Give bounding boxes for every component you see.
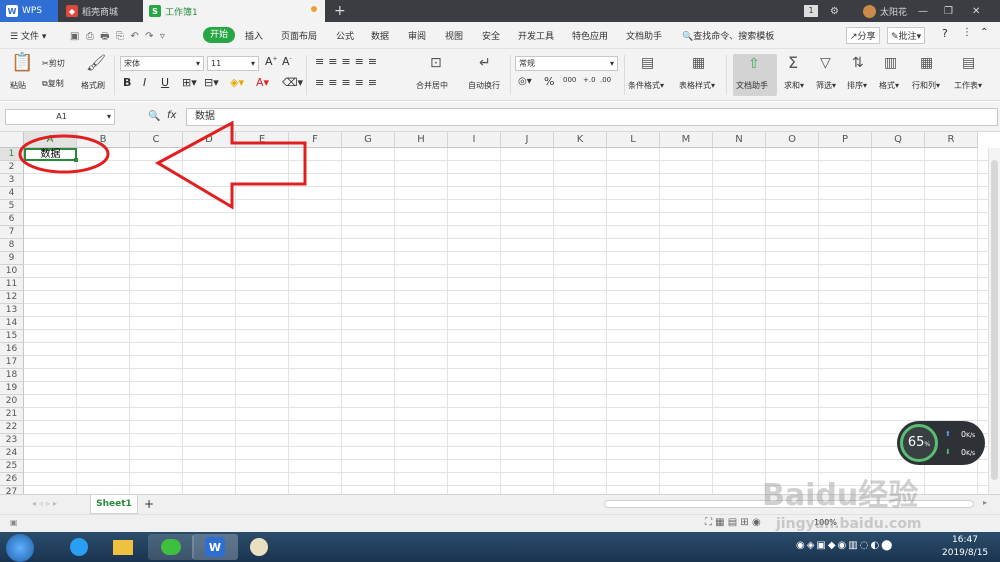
sheet-nav-icons[interactable]: ◂◃▹▸ <box>32 499 60 508</box>
wps-icon: W <box>205 537 225 557</box>
download-arrow-icon: ⬇ <box>945 448 951 456</box>
memory-percent: 65 <box>907 435 925 450</box>
upload-arrow-icon: ⬆ <box>945 430 951 438</box>
scroll-right-icon[interactable]: ▸ <box>983 498 987 507</box>
clock-date: 2019/8/15 <box>942 548 989 558</box>
taskbar-explorer[interactable] <box>100 534 146 560</box>
wechat-icon <box>161 539 181 555</box>
baidu-watermark-url: jingyan.baidu.com <box>776 516 922 532</box>
download-rate-unit: K/s <box>966 450 976 457</box>
sheet-tab-label: Sheet1 <box>96 499 132 509</box>
memory-percent-unit: % <box>924 441 931 448</box>
red-circle-annotation <box>18 134 110 174</box>
taskbar-browser[interactable] <box>56 534 102 560</box>
start-button[interactable] <box>6 534 34 562</box>
windows-taskbar: W ◉◈▣◆◉▥◌◐⬤ 16:47 2019/8/15 <box>0 532 1000 562</box>
paint-icon <box>250 538 268 556</box>
taskbar-paint[interactable] <box>236 534 282 560</box>
upload-rate: 0K/s <box>961 430 975 439</box>
baidu-watermark: Baidu经验 <box>762 478 919 513</box>
browser-icon <box>70 538 88 556</box>
memory-gauge: 65% <box>900 424 938 462</box>
download-rate: 0K/s <box>961 448 975 457</box>
upload-rate-unit: K/s <box>966 432 976 439</box>
system-tray-icons[interactable]: ◉◈▣◆◉▥◌◐⬤ <box>796 540 894 551</box>
red-arrow-annotation <box>154 120 307 210</box>
clock-time: 16:47 <box>952 535 978 545</box>
taskbar-wechat[interactable] <box>148 534 194 560</box>
taskbar-wps[interactable]: W <box>192 534 238 560</box>
wps-spreadsheet-window: W WPS ◆ 稻壳商城 S 工作簿1 + 1 ⚙ 太阳花 — ❐ ✕ ☰ 文件… <box>0 0 1000 562</box>
sheet-tab-sheet1[interactable]: Sheet1 <box>90 495 138 514</box>
add-sheet-button[interactable]: + <box>144 497 154 511</box>
view-mode-icons[interactable]: ⛶ ▦ ▤ ⊞ ◉ <box>705 517 761 528</box>
macro-icon[interactable]: ▣ <box>10 518 18 527</box>
annotation-overlay <box>18 120 307 210</box>
folder-icon <box>113 539 133 555</box>
network-monitor-widget[interactable]: 65% ⬆ 0K/s ⬇ 0K/s <box>897 421 985 465</box>
